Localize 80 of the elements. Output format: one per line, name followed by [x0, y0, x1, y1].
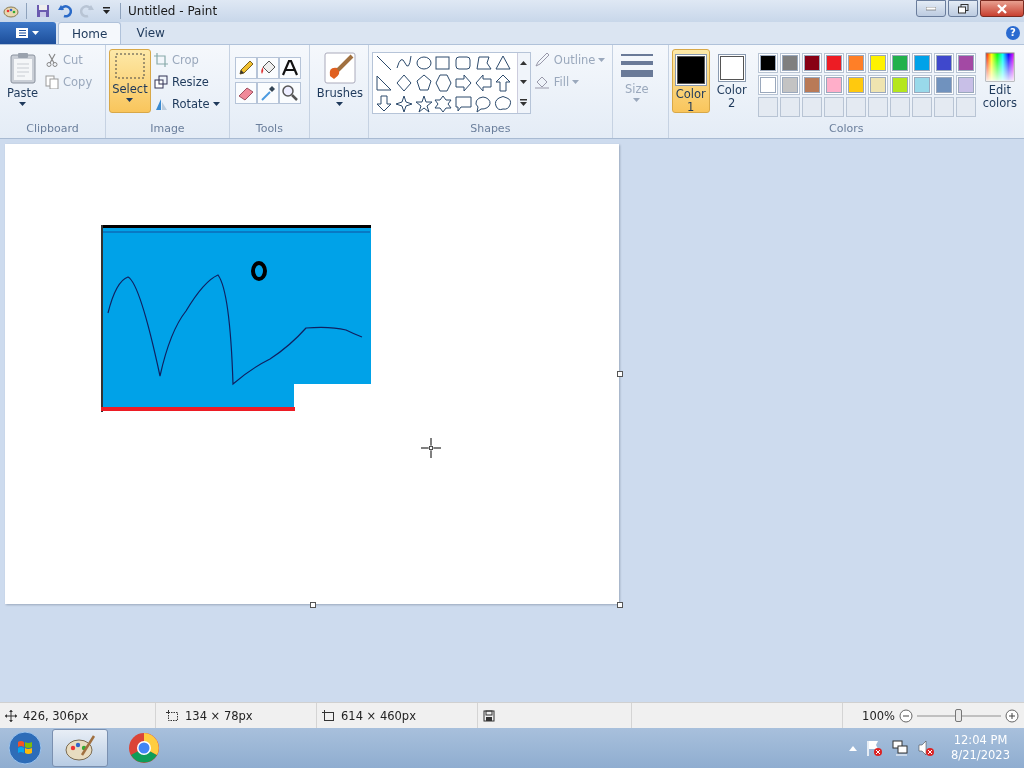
resize-handle[interactable] [617, 371, 623, 377]
selection-size: 134 × 78px [185, 708, 253, 723]
fill-tool-button[interactable] [256, 57, 279, 79]
magnifier-icon [280, 84, 299, 102]
edit-colors-button[interactable]: Edit colors [978, 49, 1021, 113]
help-button[interactable]: ? [1006, 26, 1020, 40]
brushes-button[interactable]: Brushes [312, 49, 368, 113]
browser-taskbar-icon[interactable] [128, 732, 160, 764]
caret-icon [598, 57, 606, 62]
resize-handle[interactable] [617, 602, 623, 608]
magnifier-button[interactable] [278, 82, 301, 104]
selection-rectangle-icon [113, 52, 146, 80]
restore-icon [957, 3, 969, 14]
caret-icon [336, 102, 344, 106]
move-cursor-icon [5, 709, 17, 722]
pencil-button[interactable] [234, 57, 257, 79]
group-label: Clipboard [25, 122, 80, 137]
image-size-icon [322, 709, 335, 722]
group-label: Tools [254, 122, 284, 137]
start-button[interactable] [8, 731, 42, 765]
ribbon-tab[interactable]: View [123, 22, 178, 44]
palette-icon [3, 3, 19, 19]
zoom-slider[interactable] [917, 707, 1001, 724]
caret-icon [126, 98, 134, 102]
color-spectrum-icon [984, 52, 1015, 82]
resize-handle[interactable] [310, 602, 316, 608]
zoom-out-icon[interactable] [899, 708, 913, 723]
resize-icon [153, 74, 168, 89]
palette-icon [64, 733, 96, 763]
zoom-in-icon[interactable] [1005, 708, 1019, 723]
undo-icon[interactable] [58, 4, 72, 18]
crop-icon [153, 52, 168, 67]
flag-warning-icon[interactable] [865, 739, 884, 757]
eraser-button[interactable] [234, 82, 257, 104]
color-selector-button[interactable]: Color 2 [712, 49, 751, 113]
window-title: Untitled - Paint [128, 4, 218, 18]
select-button[interactable]: Select [108, 49, 151, 113]
group-label: Image [149, 122, 186, 137]
clipboard-icon [8, 52, 37, 84]
copy-icon [45, 74, 60, 89]
menu-icon [15, 27, 41, 39]
rotate-button[interactable]: Rotate [153, 94, 220, 113]
paste-button[interactable]: Paste [3, 49, 43, 113]
customize-dropdown-icon[interactable] [102, 7, 111, 15]
zoom-percentage: 100% [862, 708, 895, 723]
color-picker-button[interactable] [256, 82, 279, 104]
ribbon-tab[interactable]: Home [58, 22, 122, 44]
minimize-icon [926, 6, 936, 11]
pen-icon [533, 51, 550, 68]
caret-icon [633, 98, 641, 102]
letter-a-icon [280, 59, 299, 77]
resize-button[interactable]: Resize [153, 72, 220, 91]
text-tool-button[interactable] [278, 57, 301, 79]
scissors-icon [45, 52, 60, 67]
speaker-muted-icon[interactable] [917, 739, 936, 757]
cursor-position: 426, 306px [23, 708, 89, 723]
crosshair-cursor-icon [421, 438, 441, 458]
slider-thumb[interactable] [955, 708, 962, 722]
app-menu-button[interactable] [0, 22, 56, 44]
taskbar-app-button[interactable] [52, 729, 108, 767]
image-size: 614 × 460px [341, 708, 416, 723]
expand-gallery-icon[interactable] [520, 98, 528, 106]
close-button[interactable] [980, 0, 1024, 17]
network-icon[interactable] [891, 739, 910, 757]
color-selector-button[interactable]: Color 1 [671, 49, 710, 113]
caret-icon [19, 102, 26, 106]
scroll-down-icon[interactable] [520, 79, 528, 84]
restore-button[interactable] [948, 0, 978, 17]
show-hidden-icons-icon[interactable] [849, 745, 858, 751]
close-icon [996, 3, 1008, 14]
group-label: Shapes [469, 122, 512, 137]
group-label: Colors [828, 122, 865, 137]
pencil-icon [236, 59, 255, 77]
caret-icon [572, 79, 580, 84]
save-icon[interactable] [36, 4, 50, 18]
brush-icon [323, 52, 356, 84]
caret-icon [212, 101, 220, 106]
scroll-up-icon[interactable] [520, 60, 528, 65]
selection-size-icon [166, 709, 179, 722]
line-widths-icon [619, 52, 654, 80]
